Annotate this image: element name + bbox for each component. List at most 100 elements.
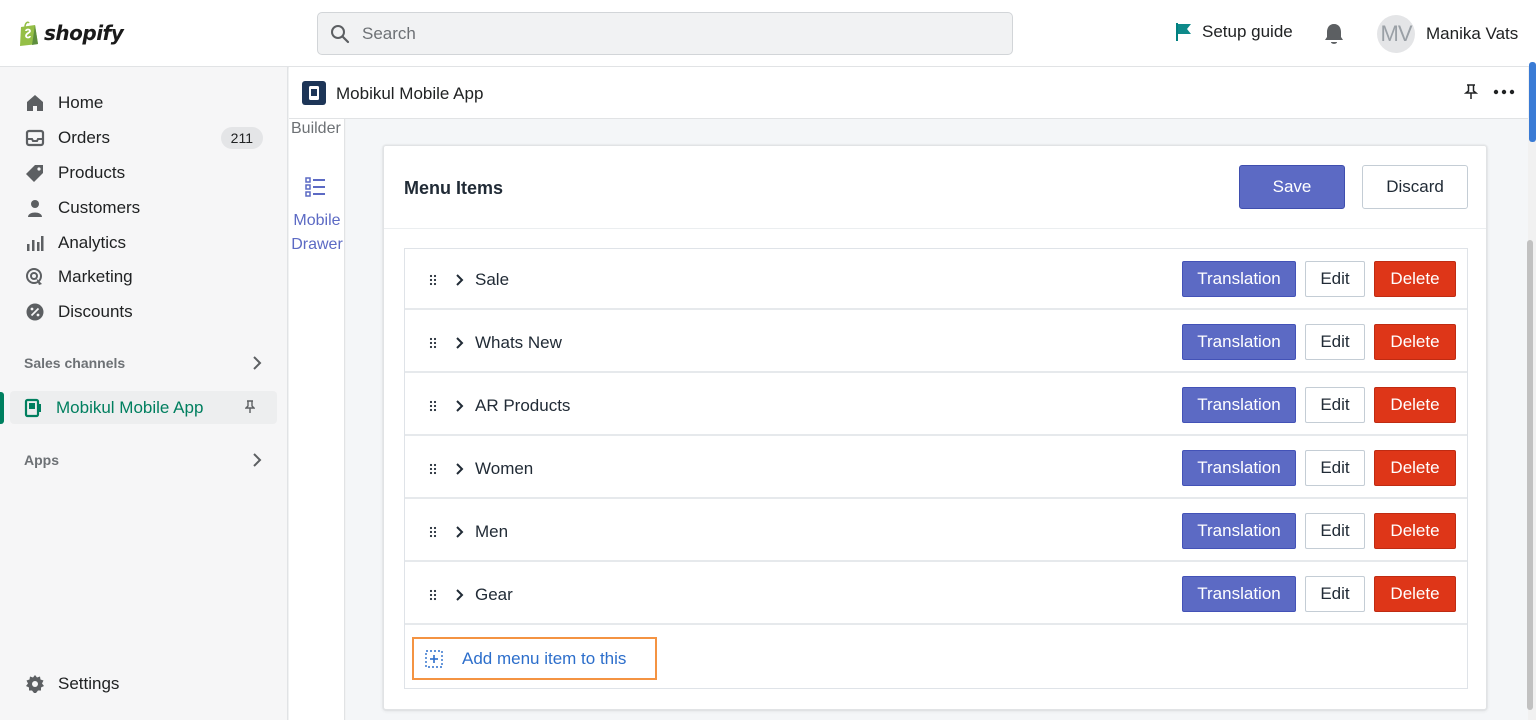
translation-button[interactable]: Translation — [1182, 513, 1296, 549]
search-icon — [331, 24, 350, 43]
chevron-right-icon[interactable] — [455, 462, 465, 476]
delete-button[interactable]: Delete — [1374, 324, 1456, 360]
card-divider — [384, 228, 1486, 229]
drag-handle-icon[interactable] — [429, 589, 437, 601]
flag-icon — [1176, 23, 1191, 41]
sales-channels-label: Sales channels — [24, 355, 126, 371]
sidebar-item-discounts[interactable]: Discounts — [12, 295, 277, 328]
translation-button[interactable]: Translation — [1182, 324, 1296, 360]
mobile-app-icon — [23, 398, 43, 418]
delete-button[interactable]: Delete — [1374, 387, 1456, 423]
avatar[interactable]: MV — [1377, 15, 1415, 53]
save-button[interactable]: Save — [1239, 165, 1345, 209]
shopify-bag-icon — [20, 21, 38, 46]
drag-handle-icon[interactable] — [429, 337, 437, 349]
sidebar-item-label: Analytics — [58, 232, 127, 252]
sidebar-item-analytics[interactable]: Analytics — [12, 226, 277, 259]
sidebar-item-settings[interactable]: Settings — [12, 667, 277, 700]
translation-button[interactable]: Translation — [1182, 261, 1296, 297]
list-item: AR Products Translation Edit Delete — [405, 375, 1467, 436]
delete-button[interactable]: Delete — [1374, 576, 1456, 612]
sidebar-item-products[interactable]: Products — [12, 156, 277, 189]
delete-button[interactable]: Delete — [1374, 513, 1456, 549]
more-options-icon[interactable] — [1493, 86, 1515, 98]
menu-item-label: Whats New — [475, 333, 562, 352]
sidebar-item-orders[interactable]: Orders 211 — [12, 121, 277, 154]
delete-button[interactable]: Delete — [1374, 261, 1456, 297]
menu-item-label: Sale — [475, 270, 510, 289]
pin-icon[interactable] — [245, 400, 255, 414]
sidebar-item-marketing[interactable]: Marketing — [12, 260, 277, 293]
chevron-right-icon[interactable] — [455, 336, 465, 350]
mobikul-app-icon — [302, 81, 326, 105]
discount-icon — [25, 302, 45, 322]
translation-button[interactable]: Translation — [1182, 450, 1296, 486]
orders-icon — [25, 128, 45, 148]
chevron-right-icon[interactable] — [455, 525, 465, 539]
edit-button[interactable]: Edit — [1305, 324, 1365, 360]
menu-item-label: Women — [475, 459, 534, 478]
chevron-right-icon — [253, 453, 262, 467]
apps-header[interactable]: Apps — [24, 452, 264, 468]
bar-chart-icon — [25, 233, 45, 253]
list-item: Women Translation Edit Delete — [405, 438, 1467, 499]
menu-items-card: Menu Items Save Discard Sale Translation… — [383, 145, 1487, 710]
discard-button[interactable]: Discard — [1362, 165, 1468, 209]
sidebar-item-mobikul-app[interactable]: Mobikul Mobile App — [10, 391, 277, 424]
bell-icon[interactable] — [1323, 22, 1345, 46]
sidebar-item-home[interactable]: Home — [12, 86, 277, 119]
sidebar-item-label: Marketing — [58, 266, 133, 286]
list-item: Gear Translation Edit Delete — [405, 564, 1467, 625]
add-menu-item-label: Add menu item to this — [462, 648, 627, 668]
drag-handle-icon[interactable] — [429, 526, 437, 538]
page-scrollbar-thumb[interactable] — [1529, 62, 1536, 142]
delete-button[interactable]: Delete — [1374, 450, 1456, 486]
sidebar-item-label: Products — [58, 162, 126, 182]
person-icon — [25, 198, 45, 218]
drag-handle-icon[interactable] — [429, 400, 437, 412]
edit-button[interactable]: Edit — [1305, 261, 1365, 297]
list-item: Men Translation Edit Delete — [405, 501, 1467, 562]
builder-label: Builder — [291, 120, 341, 137]
edit-button[interactable]: Edit — [1305, 576, 1365, 612]
shopify-logo[interactable]: shopify — [18, 20, 124, 46]
target-icon — [25, 267, 45, 287]
chevron-right-icon[interactable] — [455, 399, 465, 413]
sidebar-item-label: Home — [58, 92, 104, 112]
chevron-right-icon[interactable] — [455, 273, 465, 287]
translation-button[interactable]: Translation — [1182, 387, 1296, 423]
mobile-drawer-tab[interactable]: Mobile Drawer — [289, 209, 345, 257]
menu-items-list: Sale Translation Edit Delete Whats New T… — [404, 248, 1468, 689]
tag-icon — [25, 163, 45, 183]
sidebar-item-customers[interactable]: Customers — [12, 191, 277, 224]
active-indicator — [0, 392, 4, 424]
edit-button[interactable]: Edit — [1305, 387, 1365, 423]
edit-button[interactable]: Edit — [1305, 513, 1365, 549]
edit-button[interactable]: Edit — [1305, 450, 1365, 486]
apps-label: Apps — [24, 452, 59, 468]
menu-item-label: AR Products — [475, 396, 571, 415]
username[interactable]: Manika Vats — [1426, 24, 1518, 44]
main-content: Menu Items Save Discard Sale Translation… — [346, 119, 1528, 720]
search-input[interactable] — [362, 23, 962, 44]
translation-button[interactable]: Translation — [1182, 576, 1296, 612]
list-item: Whats New Translation Edit Delete — [405, 312, 1467, 373]
drag-handle-icon[interactable] — [429, 463, 437, 475]
add-menu-item-button[interactable]: Add menu item to this — [412, 637, 657, 680]
setup-guide-button[interactable]: Setup guide — [1175, 22, 1293, 42]
chevron-right-icon[interactable] — [455, 588, 465, 602]
gear-icon — [25, 674, 45, 694]
sales-channels-header[interactable]: Sales channels — [24, 355, 264, 371]
menu-item-label: Men — [475, 522, 509, 541]
list-icon[interactable] — [305, 176, 327, 198]
drawer-label-line-1: Mobile — [293, 212, 341, 229]
orders-count-badge: 211 — [220, 127, 263, 149]
drag-handle-icon[interactable] — [429, 274, 437, 286]
sidebar-item-label: Discounts — [58, 301, 133, 321]
search-bar[interactable] — [317, 12, 1013, 55]
frame-scrollbar-thumb[interactable] — [1527, 240, 1533, 710]
drawer-label-line-2: Drawer — [291, 236, 343, 253]
pin-icon[interactable] — [1464, 84, 1478, 100]
list-item: Sale Translation Edit Delete — [405, 249, 1467, 310]
sidebar-item-label: Settings — [58, 673, 120, 693]
